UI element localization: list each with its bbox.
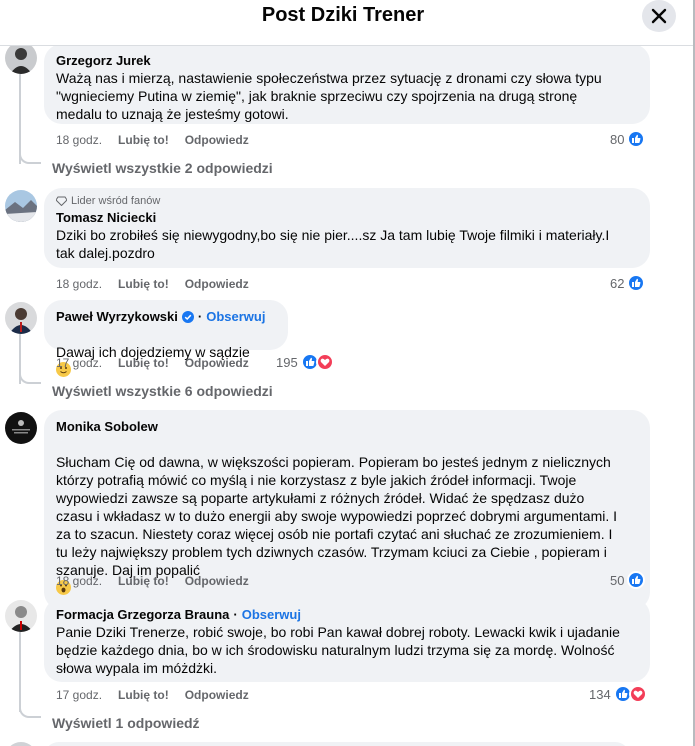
comment-author[interactable]: Formacja Grzegorza Brauna xyxy=(56,606,229,623)
like-button[interactable]: Lubię to! xyxy=(118,356,169,370)
avatar[interactable] xyxy=(5,46,37,74)
comment-author[interactable]: Grzegorz Jurek xyxy=(56,52,638,69)
close-button[interactable] xyxy=(642,0,676,32)
comment-bubble: Paweł Wyrzykowski · Obserwuj Dawaj ich d… xyxy=(44,300,288,377)
comment-time[interactable]: 18 godz. xyxy=(56,133,102,147)
comment-bubble: Lider wśród fanów Tomasz Niciecki Dziki … xyxy=(44,188,650,268)
badge-label: Lider wśród fanów xyxy=(71,195,161,207)
close-icon xyxy=(651,8,667,24)
thread-elbow xyxy=(19,150,41,164)
comment-actions: 18 godz. Lubię to! Odpowiedz xyxy=(56,133,249,147)
reaction-count: 195 xyxy=(276,354,298,370)
comments-list[interactable]: Grzegorz Jurek Ważą nas i mierzą, nastaw… xyxy=(0,46,693,746)
thread-elbow xyxy=(19,370,41,384)
follow-button[interactable]: Obserwuj xyxy=(206,308,265,325)
like-reaction-icon xyxy=(627,130,646,148)
comment-time[interactable]: 18 godz. xyxy=(56,277,102,291)
dialog-title: Post Dziki Trener xyxy=(261,4,425,26)
diamond-icon xyxy=(56,196,67,206)
comment-time[interactable]: 17 godz. xyxy=(56,688,102,702)
thread-line xyxy=(19,632,21,712)
comment-bubble: Grzegorz Jurek Ważą nas i mierzą, nastaw… xyxy=(44,46,650,124)
comment-text-row: Słucham Cię od dawna, w większości popie… xyxy=(56,435,638,597)
comment-text: Panie Dziki Trenerze, robić swoje, bo ro… xyxy=(56,624,620,676)
avatar[interactable] xyxy=(5,600,37,632)
verified-badge-icon xyxy=(181,310,194,323)
comment-text: Słucham Cię od dawna, w większości popie… xyxy=(56,454,618,578)
comment-actions: 17 godz. Lubię to! Odpowiedz xyxy=(56,356,249,370)
comment-actions: 17 godz. Lubię to! Odpowiedz xyxy=(56,688,249,702)
like-reaction-icon xyxy=(627,274,646,292)
comment-author[interactable]: Tomasz Niciecki xyxy=(56,209,638,226)
reaction-summary[interactable]: 195 xyxy=(276,353,334,371)
comment-text: Ważą nas i mierzą, nastawienie społeczeń… xyxy=(56,70,602,122)
comment-text: Dziki bo zrobiłeś się niewygodny,bo się … xyxy=(56,227,610,261)
like-button[interactable]: Lubię to! xyxy=(118,277,169,291)
love-reaction-icon xyxy=(315,353,334,371)
thread-elbow xyxy=(19,704,41,718)
fan-badge: Lider wśród fanów xyxy=(56,194,638,208)
comment-author[interactable]: Monika Sobolew xyxy=(56,418,638,435)
comment-author[interactable]: Paweł Wyrzykowski xyxy=(56,308,178,325)
reply-button[interactable]: Odpowiedz xyxy=(185,574,249,588)
comment-time[interactable]: 18 godz. xyxy=(56,574,102,588)
reply-button[interactable]: Odpowiedz xyxy=(185,688,249,702)
view-replies-link[interactable]: Wyświetl wszystkie 6 odpowiedzi xyxy=(52,383,273,399)
like-button[interactable]: Lubię to! xyxy=(118,688,169,702)
dialog-header: Post Dziki Trener xyxy=(0,0,693,46)
like-reaction-icon xyxy=(627,571,646,589)
avatar[interactable] xyxy=(5,190,37,222)
reply-button[interactable]: Odpowiedz xyxy=(185,133,249,147)
reaction-count: 134 xyxy=(589,686,611,702)
avatar[interactable] xyxy=(5,742,37,746)
reaction-count: 62 xyxy=(610,275,625,291)
like-button[interactable]: Lubię to! xyxy=(118,574,169,588)
avatar[interactable] xyxy=(5,412,37,444)
reaction-summary[interactable]: 50 xyxy=(610,571,646,589)
comment-bubble xyxy=(44,742,630,746)
comment-actions: 18 godz. Lubię to! Odpowiedz xyxy=(56,574,249,588)
reply-button[interactable]: Odpowiedz xyxy=(185,277,249,291)
follow-button[interactable]: Obserwuj xyxy=(242,606,301,623)
reaction-count: 80 xyxy=(610,131,625,147)
love-reaction-icon xyxy=(628,685,647,703)
like-button[interactable]: Lubię to! xyxy=(118,133,169,147)
reaction-count: 50 xyxy=(610,572,625,588)
reaction-summary[interactable]: 134 xyxy=(589,685,647,703)
view-replies-link[interactable]: Wyświetl wszystkie 2 odpowiedzi xyxy=(52,160,273,176)
comment-bubble: Formacja Grzegorza Brauna · Obserwuj Pan… xyxy=(44,598,650,682)
comment-author-row: Paweł Wyrzykowski · Obserwuj xyxy=(56,308,266,325)
comment-actions: 18 godz. Lubię to! Odpowiedz xyxy=(56,277,249,291)
reaction-summary[interactable]: 62 xyxy=(610,274,646,292)
reply-button[interactable]: Odpowiedz xyxy=(185,356,249,370)
comment-author-row: Formacja Grzegorza Brauna · Obserwuj xyxy=(56,606,301,623)
reaction-summary[interactable]: 80 xyxy=(610,130,646,148)
comment-text-row: Dawaj ich dojedziemy w sądzie xyxy=(56,325,276,379)
avatar[interactable] xyxy=(5,302,37,334)
comment-time[interactable]: 17 godz. xyxy=(56,356,102,370)
view-replies-link[interactable]: Wyświetl 1 odpowiedź xyxy=(52,715,200,731)
